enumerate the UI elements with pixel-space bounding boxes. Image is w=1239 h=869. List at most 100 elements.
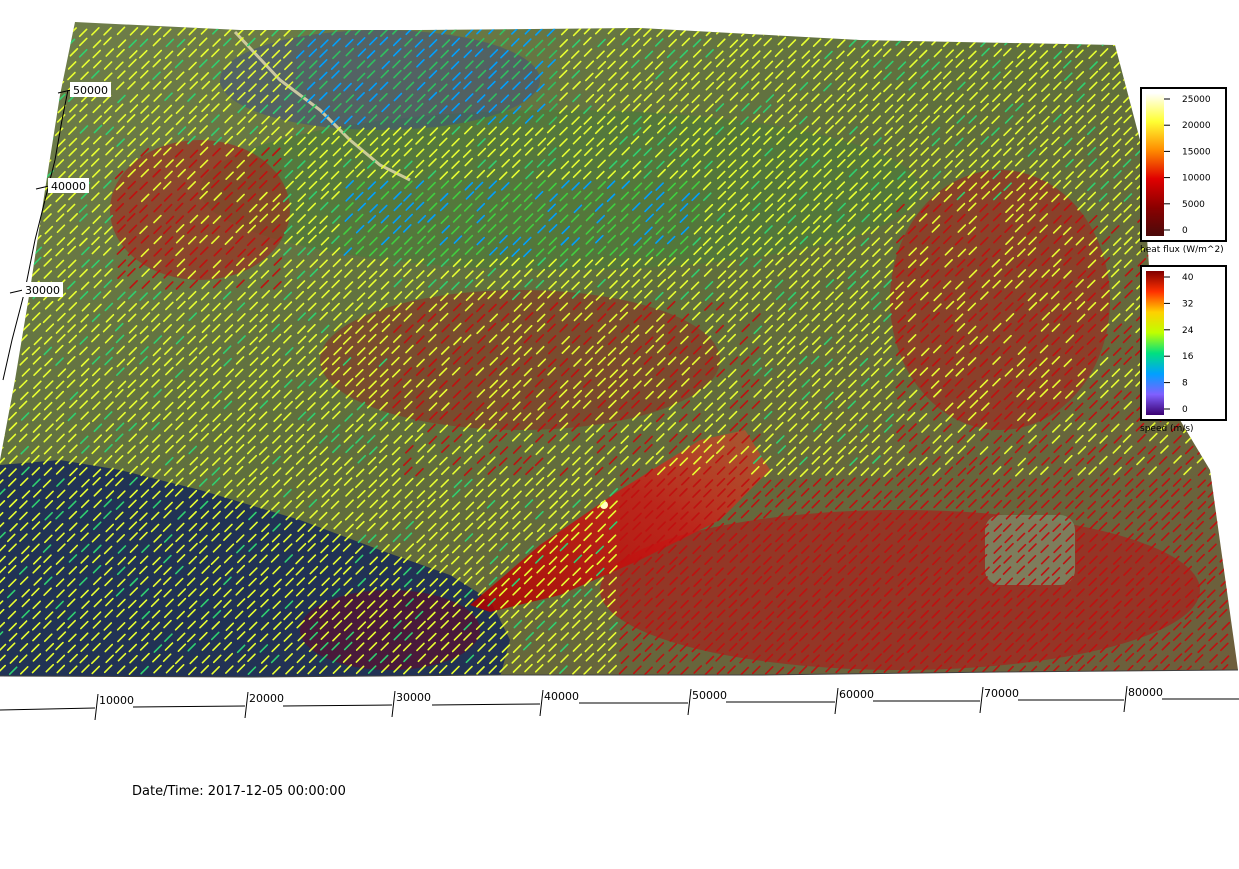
wind-arrow [44,126,54,136]
wind-arrow [1219,422,1229,432]
wind-arrow [21,104,30,113]
wind-arrow [19,159,28,169]
wind-arrow [0,400,5,410]
wind-arrow [8,157,18,167]
wind-arrow [1101,27,1111,37]
wind-arrow [1147,58,1157,68]
wind-arrow [1194,424,1204,433]
wind-arrow [0,83,5,93]
wind-arrow [1123,26,1132,36]
wind-arrow [0,116,5,126]
wind-arrow [1173,72,1183,81]
wind-arrow [19,203,28,213]
wind-arrow [0,169,5,179]
wind-arrow [42,147,52,157]
wind-arrow [1136,27,1146,36]
wind-arrow [7,48,16,57]
wind-arrow [19,61,29,70]
wind-arrow [1026,26,1036,35]
wind-arrow [8,303,18,313]
wind-arrow [762,26,772,36]
wind-arrow [31,26,41,36]
wind-arrow [1017,28,1027,37]
wind-arrow [19,170,28,180]
wind-arrow [7,104,16,114]
wind-arrow [0,313,5,322]
wind-arrow [0,413,5,422]
wind-arrow [8,169,18,178]
wind-arrow [1183,60,1193,70]
wind-arrow [1220,478,1229,487]
wind-arrow [1125,50,1135,59]
wind-arrow [933,26,943,35]
wind-arrow [1219,512,1229,522]
wind-arrow [44,38,54,47]
wind-arrow [18,28,28,37]
wind-arrow [19,37,29,47]
wind-arrow [30,48,40,57]
wind-arrow [861,26,870,35]
wind-arrow [1221,445,1230,455]
wind-arrow [895,26,905,36]
wind-arrow [31,104,41,114]
wind-arrow [45,137,54,147]
wind-arrow [31,171,40,180]
wind-arrow [1051,26,1061,36]
wind-arrow [8,37,17,46]
wind-arrow [1171,59,1181,69]
wind-arrow [43,48,53,58]
wind-arrow [0,160,5,169]
wind-arrow [1135,70,1145,79]
wind-arrow [0,269,6,279]
wind-arrow [32,59,42,69]
wind-arrow [43,92,53,102]
wind-arrow [0,259,6,268]
high-wind-zone [110,140,290,280]
wind-arrow [9,82,19,92]
wind-arrow [1220,60,1229,70]
wind-arrow [6,367,16,376]
wind-arrow [1219,28,1229,38]
wind-arrow [1219,500,1229,510]
wind-arrow [19,48,29,58]
wind-arrow [1063,28,1072,38]
wind-arrow [0,27,5,36]
wind-arrow [43,104,53,113]
wind-arrow [0,125,5,135]
wind-arrow [1195,71,1204,80]
wind-arrow [1125,36,1135,46]
wind-arrow [823,26,833,35]
wind-arrow [1196,432,1206,442]
wind-arrow [7,204,16,214]
wind-arrow [18,148,28,158]
wind-arrow [0,181,4,190]
wind-arrow [8,248,18,257]
wind-arrow [20,236,29,246]
wind-arrow [21,191,30,200]
wind-arrow [9,314,19,323]
wind-arrow [1221,544,1231,553]
wind-arrow [1183,39,1192,48]
wind-arrow [21,72,30,82]
wind-arrow [1136,60,1146,69]
wind-arrow [1219,433,1229,443]
wind-arrow [44,81,54,91]
wind-arrow [8,114,18,124]
wind-arrow [33,92,42,102]
wind-arrow [56,69,66,79]
wind-arrow [33,193,42,202]
wind-arrow [0,70,6,79]
wind-arrow [943,26,952,36]
wind-arrow [31,70,41,79]
wind-arrow [1101,37,1111,47]
wind-arrow [992,26,1001,35]
wind-arrow [7,59,16,69]
wind-arrow [7,137,17,147]
wind-arrow [0,356,7,365]
wind-arrow [0,236,5,245]
wind-arrow [19,115,29,125]
wind-arrow [0,192,4,202]
wind-arrow [9,224,18,233]
wind-arrow [7,127,16,136]
wind-arrow [1206,445,1216,455]
